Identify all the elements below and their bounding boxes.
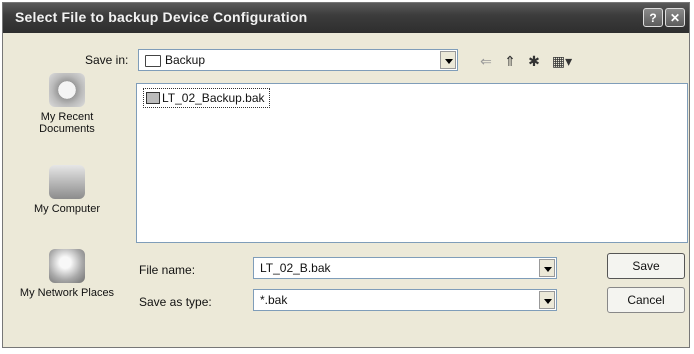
- up-folder-icon[interactable]: ⇑: [501, 53, 519, 69]
- views-menu-icon[interactable]: ▦▾: [549, 53, 575, 69]
- file-icon: [146, 92, 160, 104]
- new-folder-icon[interactable]: ✱: [525, 53, 543, 69]
- place-label: My Network Places: [19, 287, 115, 299]
- filetype-label: Save as type:: [139, 295, 212, 309]
- my-computer-icon: [49, 165, 85, 199]
- file-list[interactable]: LT_02_Backup.bak LT_02_Backup.bak: [136, 83, 688, 243]
- title-bar[interactable]: Select File to backup Device Configurati…: [3, 3, 689, 33]
- folder-icon: [145, 55, 161, 67]
- chevron-down-icon[interactable]: [440, 51, 456, 69]
- places-bar: My Recent Documents My Computer My Netwo…: [13, 73, 121, 343]
- filetype-dropdown[interactable]: *.bak: [253, 289, 557, 311]
- save-in-value: Backup: [165, 53, 206, 67]
- file-name: LT_02_Backup.bak: [162, 91, 265, 105]
- dialog-title: Select File to backup Device Configurati…: [15, 9, 308, 25]
- save-in-label: Save in:: [85, 53, 129, 67]
- help-button[interactable]: ?: [643, 8, 663, 27]
- network-places-icon: [49, 249, 85, 283]
- recent-documents-icon: [49, 73, 85, 107]
- back-icon[interactable]: ⇐: [477, 53, 495, 69]
- filename-label: File name:: [139, 263, 196, 277]
- save-file-dialog: Select File to backup Device Configurati…: [2, 2, 690, 348]
- place-network[interactable]: My Network Places: [13, 249, 121, 299]
- place-recent-documents[interactable]: My Recent Documents: [13, 73, 121, 135]
- close-button[interactable]: ✕: [665, 8, 685, 27]
- list-item[interactable]: LT_02_Backup.bak LT_02_Backup.bak: [143, 88, 270, 108]
- cancel-button[interactable]: Cancel: [607, 287, 685, 313]
- save-in-dropdown[interactable]: Backup: [138, 49, 458, 71]
- chevron-down-icon[interactable]: [539, 259, 555, 277]
- place-my-computer[interactable]: My Computer: [13, 165, 121, 215]
- place-label: My Recent Documents: [39, 111, 95, 135]
- chevron-down-icon[interactable]: [539, 291, 555, 309]
- place-label: My Computer: [33, 203, 101, 215]
- save-button[interactable]: Save: [607, 253, 685, 279]
- filetype-value: *.bak: [260, 293, 288, 307]
- filename-value: LT_02_B.bak: [260, 261, 331, 275]
- filename-input[interactable]: LT_02_B.bak: [253, 257, 557, 279]
